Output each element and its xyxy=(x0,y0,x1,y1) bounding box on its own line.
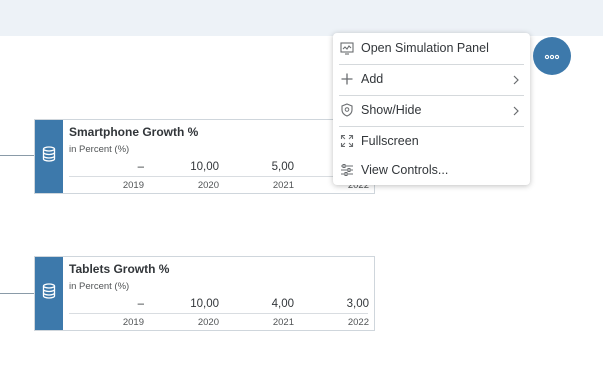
menu-item-label: Add xyxy=(361,72,384,86)
shield-icon xyxy=(333,103,361,117)
simulation-panel-icon xyxy=(333,41,361,55)
year-cell: 2020 xyxy=(197,180,219,191)
menu-item-label: View Controls... xyxy=(361,163,449,177)
menu-item-open-simulation-panel[interactable]: Open Simulation Panel xyxy=(333,33,530,63)
card-values: – 10,00 5,00 xyxy=(69,161,369,173)
value-driver-card-tablets[interactable]: Tablets Growth % in Percent (%) – 10,00 … xyxy=(34,256,375,331)
value-cell: – xyxy=(137,161,144,173)
menu-item-add[interactable]: Add xyxy=(333,64,530,94)
divider xyxy=(69,313,368,314)
menu-item-label: Open Simulation Panel xyxy=(361,41,489,55)
card-values: – 10,00 4,00 3,00 xyxy=(69,298,369,310)
menu-item-label: Show/Hide xyxy=(361,103,422,117)
chevron-right-icon xyxy=(512,73,520,91)
menu-item-view-controls[interactable]: View Controls... xyxy=(333,155,530,185)
connector-line xyxy=(0,155,34,156)
view-controls-icon xyxy=(333,163,361,177)
year-cell: 2022 xyxy=(347,317,369,328)
value-cell: – xyxy=(137,298,144,310)
card-title: Tablets Growth % xyxy=(69,262,170,276)
value-cell: 10,00 xyxy=(190,298,219,310)
more-icon xyxy=(544,47,560,65)
connector-line xyxy=(0,293,34,294)
divider xyxy=(69,176,368,177)
card-subtitle: in Percent (%) xyxy=(69,144,130,155)
year-cell: 2021 xyxy=(272,317,294,328)
top-bar xyxy=(0,0,603,36)
database-icon xyxy=(42,283,56,304)
card-strip xyxy=(35,120,63,193)
context-menu: Open Simulation Panel Add Show/Hide Full… xyxy=(333,33,530,185)
year-cell: 2021 xyxy=(272,180,294,191)
more-button[interactable] xyxy=(533,37,571,75)
value-cell: 10,00 xyxy=(190,161,219,173)
value-cell: 4,00 xyxy=(271,298,294,310)
year-cell: 2019 xyxy=(122,180,144,191)
card-subtitle: in Percent (%) xyxy=(69,281,130,292)
value-cell: 3,00 xyxy=(346,298,369,310)
fullscreen-icon xyxy=(333,134,361,148)
card-years: 2019 2020 2021 2022 xyxy=(69,180,369,191)
card-years: 2019 2020 2021 2022 xyxy=(69,317,369,328)
year-cell: 2019 xyxy=(122,317,144,328)
year-cell: 2020 xyxy=(197,317,219,328)
value-driver-card-smartphone[interactable]: Smartphone Growth % in Percent (%) – 10,… xyxy=(34,119,375,194)
value-cell: 5,00 xyxy=(271,161,294,173)
plus-icon xyxy=(333,72,361,86)
card-title: Smartphone Growth % xyxy=(69,125,199,139)
card-strip xyxy=(35,257,63,330)
menu-item-label: Fullscreen xyxy=(361,134,419,148)
menu-item-fullscreen[interactable]: Fullscreen xyxy=(333,126,530,156)
menu-item-show-hide[interactable]: Show/Hide xyxy=(333,95,530,125)
chevron-right-icon xyxy=(512,104,520,122)
database-icon xyxy=(42,146,56,167)
